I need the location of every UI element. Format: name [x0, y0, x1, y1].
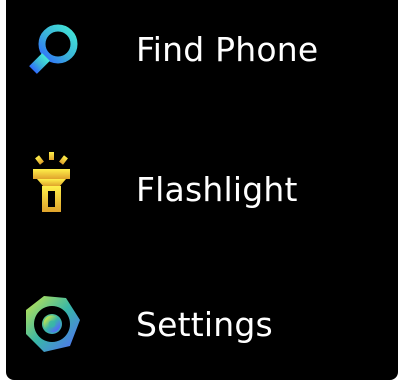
menu-item-flashlight[interactable]: Flashlight [6, 140, 398, 240]
menu-item-label: Flashlight [136, 170, 298, 209]
menu-item-settings[interactable]: Settings [6, 275, 398, 375]
menu-item-label: Settings [136, 305, 273, 344]
watch-screen: Find Phone Flashlight Settings [6, 0, 398, 380]
hexagon-gear-icon [20, 292, 84, 356]
menu-item-find-phone[interactable]: Find Phone [6, 0, 398, 100]
menu-item-label: Find Phone [136, 30, 319, 69]
magnifying-glass-icon [20, 20, 84, 84]
flashlight-icon [20, 150, 84, 214]
